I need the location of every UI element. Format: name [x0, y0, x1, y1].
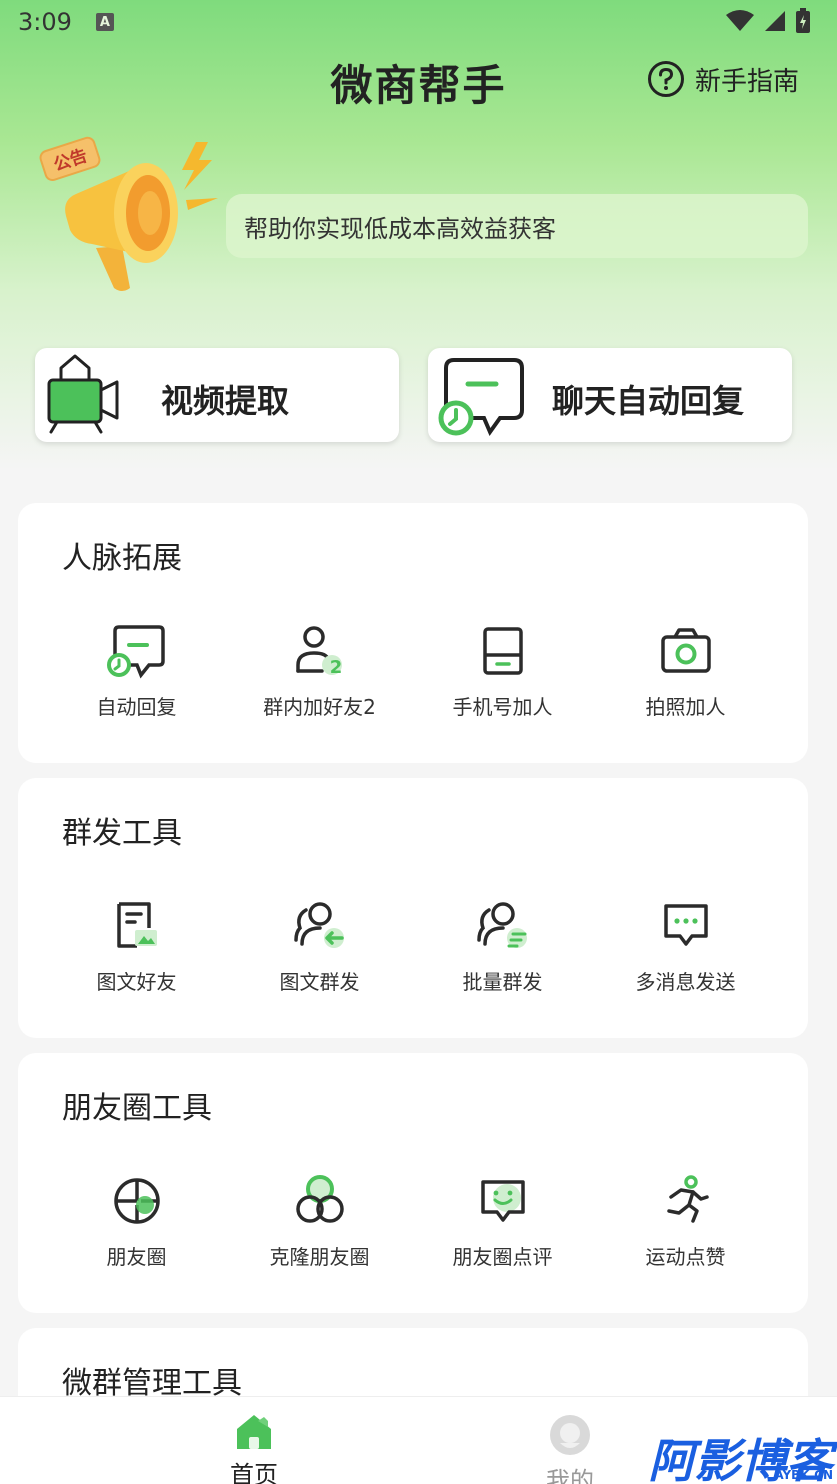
status-icons [725, 8, 811, 34]
section-title: 朋友圈工具 [62, 1091, 212, 1126]
announcement-text: 帮助你实现低成本高效益获客 [244, 214, 556, 243]
tool-image-text-friend[interactable]: 图文好友 [45, 896, 228, 995]
tool-auto-reply[interactable]: 自动回复 [45, 621, 228, 720]
tab-home[interactable]: 首页 [204, 1397, 304, 1484]
tool-label: 朋友圈 [106, 1245, 167, 1269]
help-icon [647, 61, 684, 97]
image-text-friend-icon [116, 902, 157, 948]
clone-moments-icon [295, 1175, 344, 1223]
tool-label: 拍照加人 [645, 695, 726, 719]
tool-clone-moments[interactable]: 克隆朋友圈 [228, 1171, 411, 1270]
tool-label: 图文好友 [96, 970, 177, 994]
chat-auto-reply-icon [438, 358, 524, 437]
section-mass-messaging: 群发工具 图文好友 图文群发 批量群发 多消息发送 [18, 778, 808, 1038]
video-extract-card[interactable]: 视频提取 [35, 348, 399, 442]
tool-label: 批量群发 [462, 970, 543, 994]
phone-add-icon [482, 627, 523, 675]
tool-image-text-mass[interactable]: 图文群发 [228, 896, 411, 995]
tool-sport-like[interactable]: 运动点赞 [594, 1171, 777, 1270]
tab-mine-label: 我的 [546, 1467, 594, 1484]
section-title: 群发工具 [62, 816, 182, 851]
chat-auto-reply-label: 聊天自动回复 [552, 382, 745, 420]
multi-message-icon [663, 904, 708, 946]
notification-icon: A [95, 13, 114, 31]
guide-label: 新手指南 [694, 66, 799, 97]
tool-label: 自动回复 [96, 695, 177, 719]
video-extract-label: 视频提取 [161, 382, 290, 420]
status-time: 3:09 [18, 8, 72, 36]
batch-mass-icon [476, 902, 527, 948]
tool-group-add-friend[interactable]: 2 群内加好友2 [228, 621, 411, 720]
group-add-friend-icon: 2 [295, 626, 342, 678]
tool-label: 多消息发送 [635, 970, 736, 994]
new-user-guide-button[interactable]: 新手指南 [647, 60, 799, 98]
status-bar: 3:09 A [0, 0, 837, 44]
section-network-expansion: 人脉拓展 自动回复 2 群内加好友2 手机号加人 拍照加人 [18, 503, 808, 763]
svg-text:2: 2 [329, 657, 342, 678]
tool-label: 群内加好友2 [263, 695, 376, 719]
video-extract-icon [47, 354, 119, 434]
tool-phone-add[interactable]: 手机号加人 [411, 621, 594, 720]
tool-label: 手机号加人 [452, 695, 553, 719]
battery-icon [796, 8, 810, 33]
watermark-logo: 阿影博客 AYBK.CN [648, 1438, 833, 1484]
tool-label: 运动点赞 [645, 1245, 726, 1269]
bottom-tab-bar: 首页 我的 阿影博客 AYBK.CN [0, 1396, 837, 1484]
tool-label: 克隆朋友圈 [269, 1245, 370, 1269]
tool-label: 朋友圈点评 [452, 1245, 553, 1269]
tool-label: 图文群发 [279, 970, 360, 994]
tool-moments[interactable]: 朋友圈 [45, 1171, 228, 1270]
tool-multi-message[interactable]: 多消息发送 [594, 896, 777, 995]
auto-reply-icon [106, 625, 165, 679]
sport-like-icon [666, 1175, 709, 1223]
moments-icon [113, 1178, 160, 1224]
tool-batch-mass[interactable]: 批量群发 [411, 896, 594, 995]
image-text-mass-icon [293, 902, 344, 948]
camera-add-icon [660, 628, 711, 673]
home-icon [237, 1415, 271, 1449]
section-moments-tools: 朋友圈工具 朋友圈 克隆朋友圈 朋友圈点评 运动点赞 [18, 1053, 808, 1313]
watermark-subtext: AYBK.CN [774, 1468, 833, 1482]
megaphone-icon: 公告 [39, 136, 218, 291]
tool-camera-add[interactable]: 拍照加人 [594, 621, 777, 720]
wifi-icon [726, 10, 754, 31]
tab-mine[interactable]: 我的 [520, 1397, 620, 1484]
section-title: 人脉拓展 [62, 541, 182, 576]
announcement-banner[interactable]: 帮助你实现低成本高效益获客 [226, 194, 808, 258]
tool-moments-comment[interactable]: 朋友圈点评 [411, 1171, 594, 1270]
signal-icon [765, 11, 785, 31]
profile-icon [550, 1415, 590, 1455]
tab-home-label: 首页 [230, 1461, 278, 1484]
moments-comment-icon [480, 1180, 525, 1222]
chat-auto-reply-card[interactable]: 聊天自动回复 [428, 348, 792, 442]
